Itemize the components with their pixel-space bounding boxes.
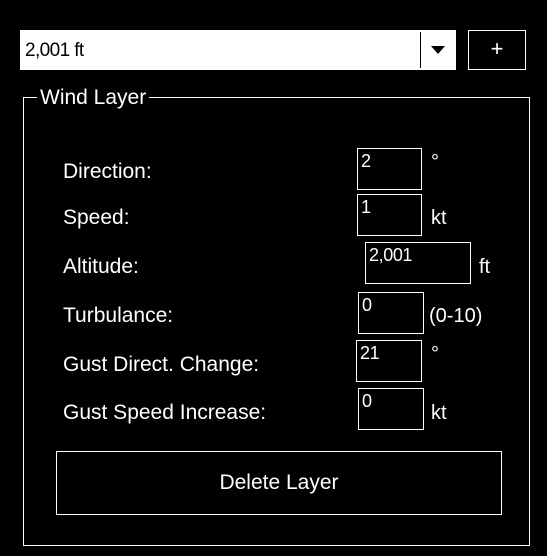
speed-label: Speed: <box>63 206 130 229</box>
dropdown-button[interactable] <box>420 32 454 68</box>
altitude-unit: ft <box>479 256 491 278</box>
speed-unit: kt <box>431 207 447 229</box>
direction-input[interactable]: 2 <box>357 148 422 190</box>
add-layer-button[interactable]: + <box>468 30 526 70</box>
gust-direction-change-label: Gust Direct. Change: <box>63 353 260 376</box>
gust-speed-increase-unit: kt <box>431 402 447 424</box>
turbulance-label: Turbulance: <box>63 304 174 327</box>
gust-direction-change-unit: ° <box>431 343 439 365</box>
altitude-label: Altitude: <box>63 255 139 278</box>
layer-dropdown[interactable]: 2,001 ft <box>20 30 456 70</box>
direction-label: Direction: <box>63 160 152 183</box>
gust-speed-increase-label: Gust Speed Increase: <box>63 401 267 424</box>
turbulance-unit: (0-10) <box>429 305 483 327</box>
altitude-input[interactable]: 2,001 <box>365 242 471 284</box>
group-title: Wind Layer <box>37 86 150 110</box>
speed-input[interactable]: 1 <box>357 194 422 236</box>
direction-unit: ° <box>431 151 439 173</box>
layer-dropdown-value: 2,001 ft <box>25 40 84 61</box>
gust-direction-change-input[interactable]: 21 <box>356 340 422 382</box>
delete-layer-button[interactable]: Delete Layer <box>56 451 502 515</box>
turbulance-input[interactable]: 0 <box>358 292 424 334</box>
chevron-down-icon <box>431 46 445 54</box>
gust-speed-increase-input[interactable]: 0 <box>358 388 424 430</box>
